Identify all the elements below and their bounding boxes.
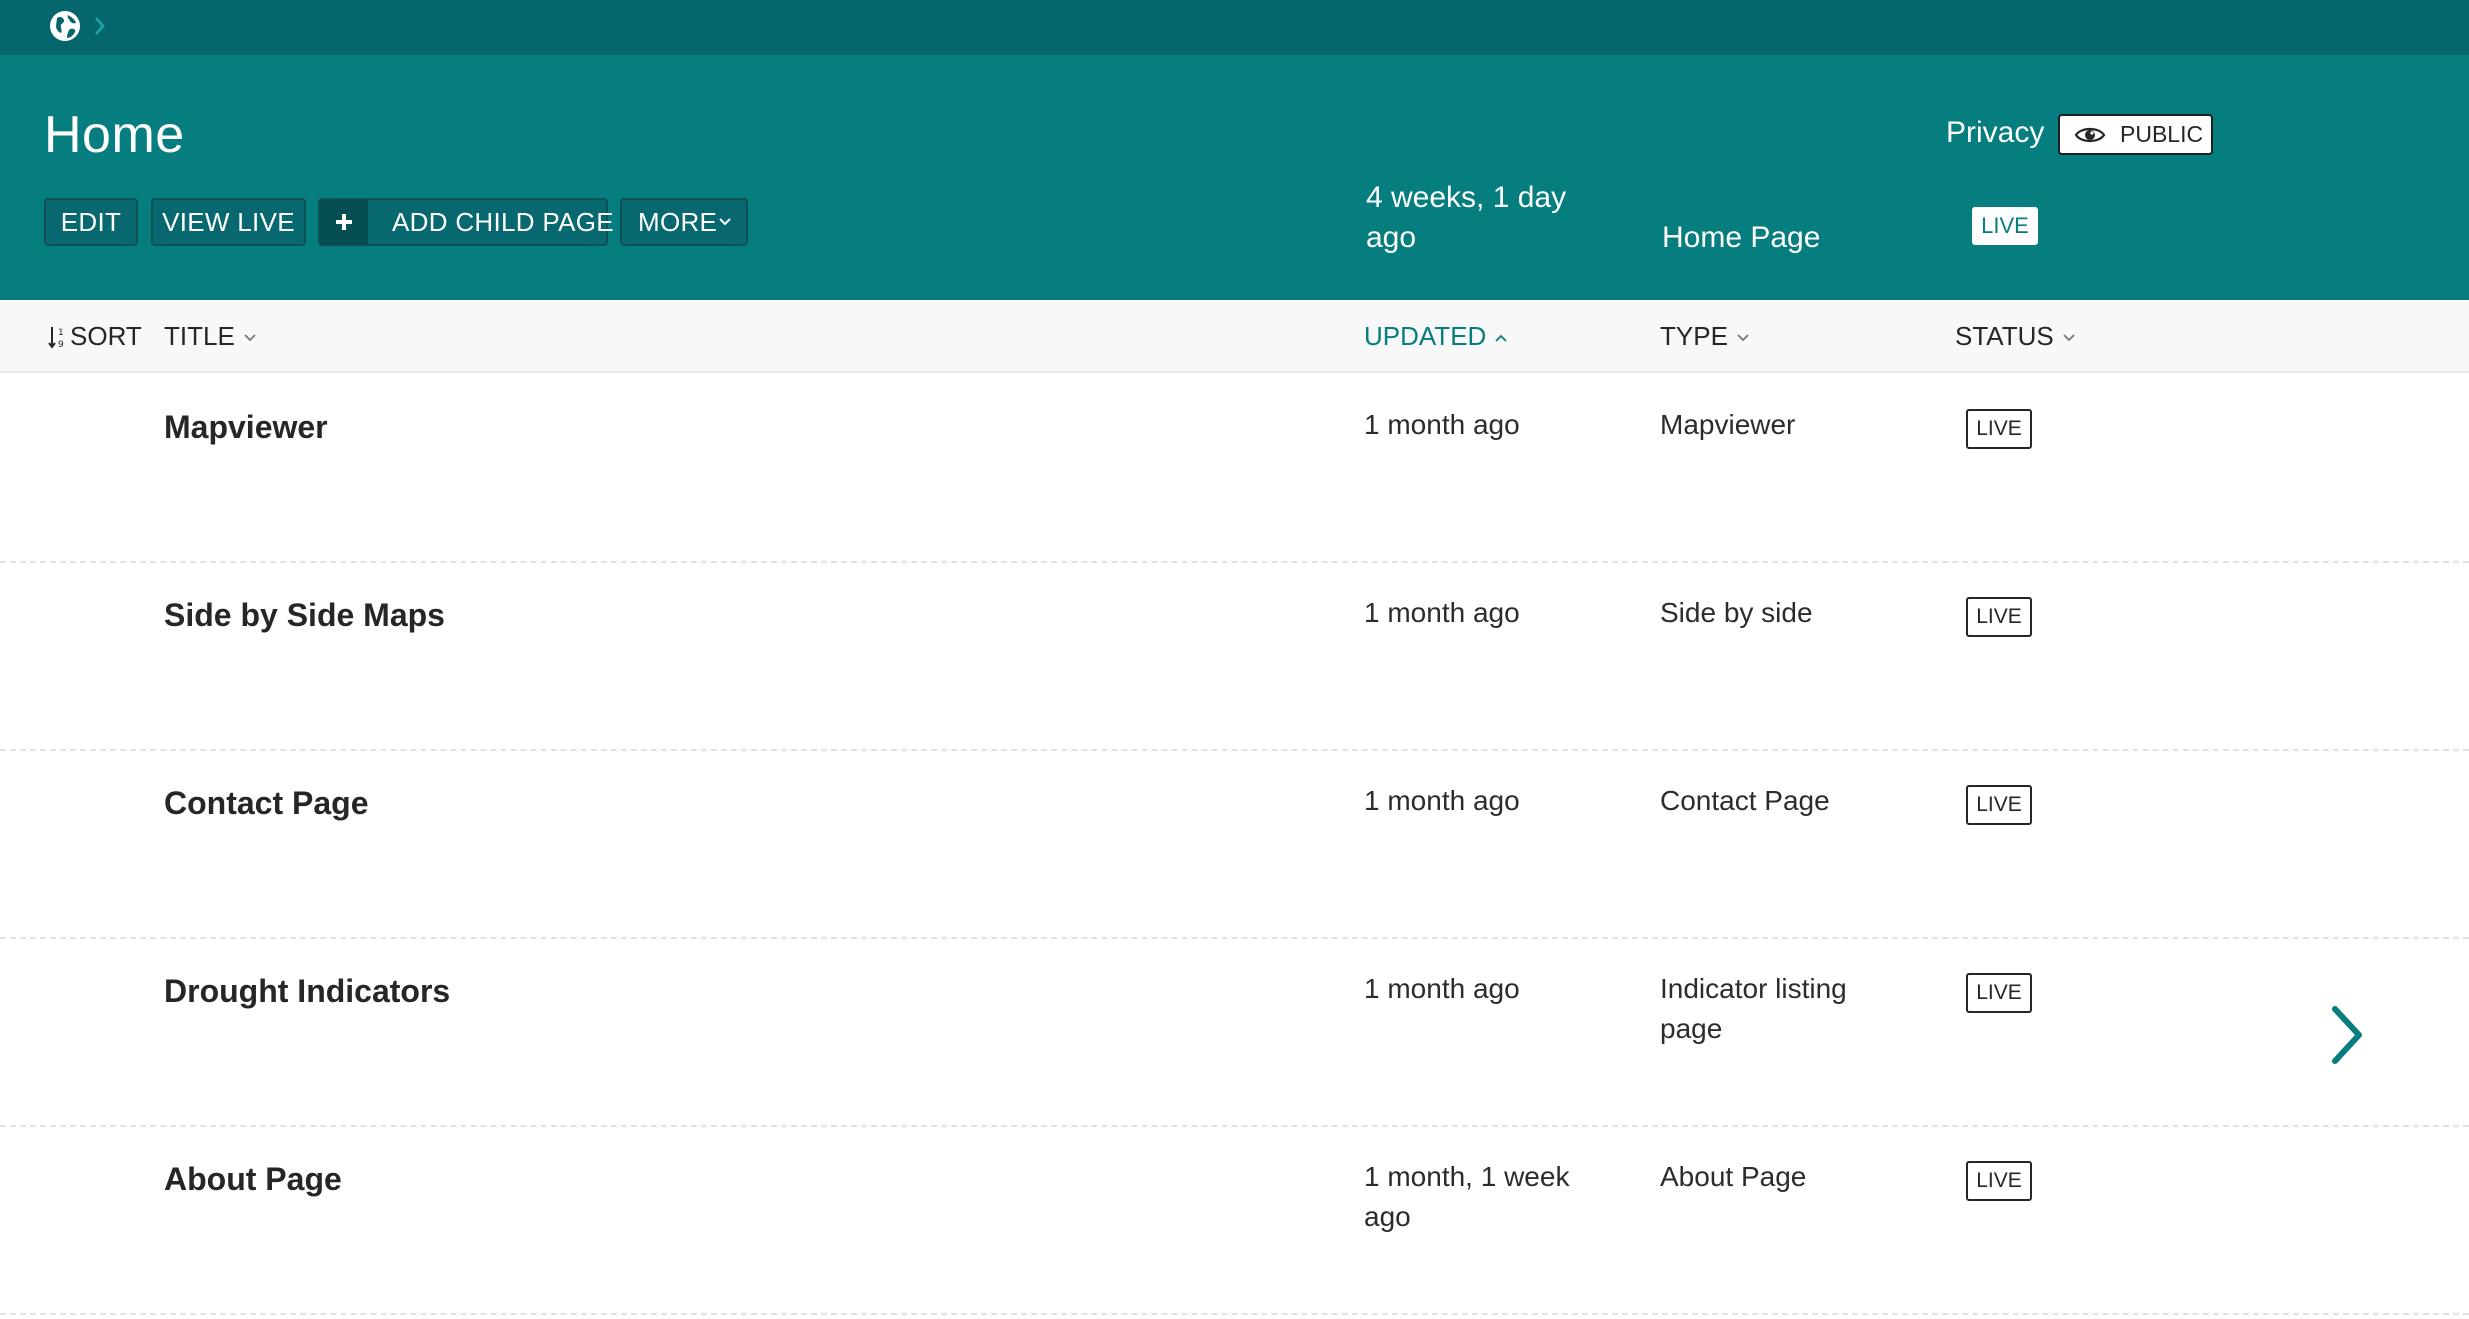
chevron-up-icon bbox=[1495, 334, 1507, 342]
chevron-down-icon bbox=[2063, 334, 2075, 342]
eye-icon bbox=[2074, 127, 2106, 143]
table-row[interactable]: Side by Side Maps 1 month ago Side by si… bbox=[0, 563, 2469, 751]
row-title-link[interactable]: Mapviewer bbox=[164, 409, 328, 446]
column-updated[interactable]: UPDATED bbox=[1364, 320, 1508, 352]
view-live-button[interactable]: VIEW LIVE bbox=[151, 198, 306, 246]
more-label: MORE bbox=[638, 207, 718, 237]
chevron-down-icon bbox=[244, 334, 256, 342]
column-status[interactable]: STATUS bbox=[1955, 320, 2076, 352]
row-type: Side by side bbox=[1660, 597, 1813, 628]
svg-text:9: 9 bbox=[58, 340, 64, 350]
more-button[interactable]: MORE bbox=[620, 198, 748, 246]
chevron-right-icon[interactable] bbox=[2325, 999, 2369, 1071]
column-title[interactable]: TITLE bbox=[164, 320, 257, 352]
row-updated: 1 month, 1 week ago bbox=[1364, 1161, 1570, 1232]
row-type: Indicator listing page bbox=[1660, 973, 1847, 1044]
status-badge[interactable]: LIVE bbox=[1966, 785, 2032, 825]
sort-label: SORT bbox=[70, 321, 142, 351]
table-row[interactable]: Contact Page 1 month ago Contact Page LI… bbox=[0, 751, 2469, 939]
add-child-page-label: ADD CHILD PAGE bbox=[392, 207, 614, 237]
table-row[interactable]: About Page 1 month, 1 week ago About Pag… bbox=[0, 1127, 2469, 1315]
table-row[interactable]: Mapviewer 1 month ago Mapviewer LIVE bbox=[0, 375, 2469, 563]
svg-text:1: 1 bbox=[58, 328, 64, 338]
status-badge[interactable]: LIVE bbox=[1966, 973, 2032, 1013]
row-title-link[interactable]: Drought Indicators bbox=[164, 973, 450, 1010]
table-row[interactable]: Drought Indicators 1 month ago Indicator… bbox=[0, 939, 2469, 1127]
column-status-label: STATUS bbox=[1955, 321, 2054, 351]
row-title-link[interactable]: Side by Side Maps bbox=[164, 597, 445, 634]
privacy-button[interactable]: PUBLIC bbox=[2058, 114, 2213, 155]
row-type: Mapviewer bbox=[1660, 409, 1796, 440]
page-updated: 4 weeks, 1 day ago bbox=[1366, 181, 1567, 254]
sort-button[interactable]: 1 9 SORT bbox=[48, 320, 142, 352]
status-badge[interactable]: LIVE bbox=[1966, 1161, 2032, 1201]
row-title-link[interactable]: Contact Page bbox=[164, 785, 368, 822]
row-title-link[interactable]: About Page bbox=[164, 1161, 342, 1198]
status-badge[interactable]: LIVE bbox=[1966, 409, 2032, 449]
row-updated: 1 month ago bbox=[1364, 973, 1520, 1004]
row-updated: 1 month ago bbox=[1364, 409, 1520, 440]
page-title: Home bbox=[44, 106, 185, 164]
add-child-page-button[interactable]: ADD CHILD PAGE bbox=[318, 198, 614, 246]
page-header: Home EDIT VIEW LIVE ADD CHILD PAGE MORE … bbox=[0, 55, 2469, 300]
row-updated: 1 month ago bbox=[1364, 785, 1520, 816]
column-updated-label: UPDATED bbox=[1364, 321, 1487, 351]
chevron-down-icon bbox=[719, 218, 731, 226]
row-type: Contact Page bbox=[1660, 785, 1830, 816]
column-type-label: TYPE bbox=[1660, 321, 1728, 351]
column-type[interactable]: TYPE bbox=[1660, 320, 1750, 352]
breadcrumb-bar bbox=[0, 0, 2469, 55]
chevron-down-icon bbox=[1737, 334, 1749, 342]
row-updated: 1 month ago bbox=[1364, 597, 1520, 628]
listing-header: 1 9 SORT TITLE UPDATED TYPE STATUS bbox=[0, 300, 2469, 373]
status-badge[interactable]: LIVE bbox=[1972, 207, 2038, 245]
page-type: Home Page bbox=[1662, 221, 1821, 254]
chevron-right-icon bbox=[92, 12, 108, 40]
row-type: About Page bbox=[1660, 1161, 1807, 1192]
privacy-value: PUBLIC bbox=[2120, 121, 2204, 147]
globe-icon[interactable] bbox=[48, 9, 82, 43]
edit-button[interactable]: EDIT bbox=[44, 198, 138, 246]
plus-icon bbox=[320, 200, 368, 244]
sort-icon: 1 9 bbox=[48, 327, 64, 350]
column-title-label: TITLE bbox=[164, 321, 235, 351]
privacy-label: Privacy bbox=[1946, 116, 2045, 149]
status-badge[interactable]: LIVE bbox=[1966, 597, 2032, 637]
